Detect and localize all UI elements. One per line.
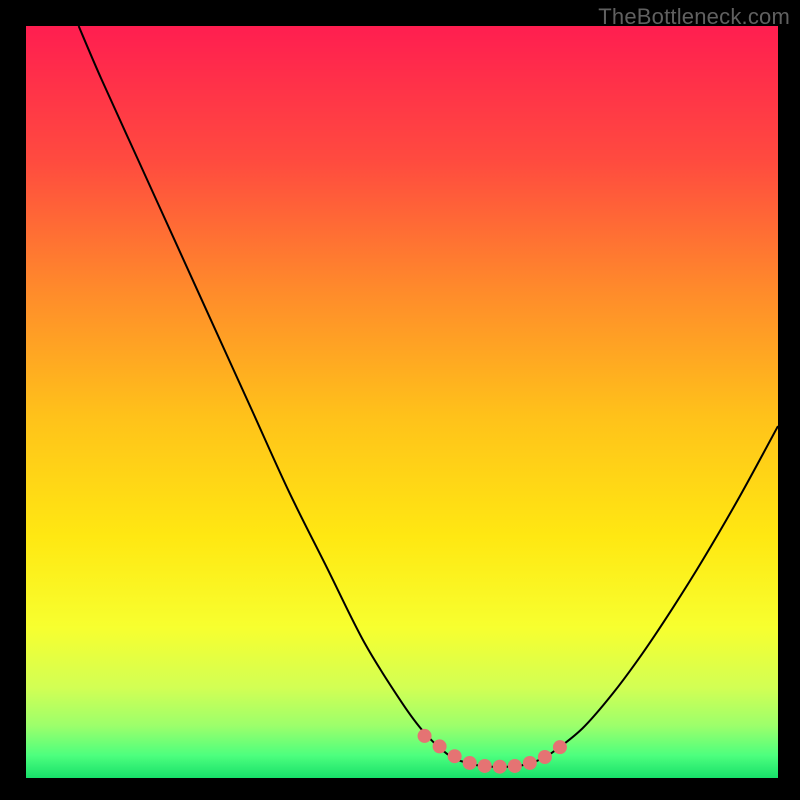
chart-stage: TheBottleneck.com xyxy=(0,0,800,800)
plot-svg xyxy=(26,26,778,778)
marker-dot xyxy=(553,740,567,754)
marker-dot xyxy=(478,759,492,773)
marker-dot xyxy=(448,749,462,763)
marker-dot xyxy=(493,760,507,774)
marker-dot xyxy=(463,756,477,770)
gradient-background xyxy=(26,26,778,778)
marker-dot xyxy=(508,759,522,773)
plot-area xyxy=(26,26,778,778)
marker-dot xyxy=(523,756,537,770)
watermark-text: TheBottleneck.com xyxy=(598,4,790,30)
marker-dot xyxy=(538,750,552,764)
marker-dot xyxy=(418,729,432,743)
marker-dot xyxy=(433,739,447,753)
